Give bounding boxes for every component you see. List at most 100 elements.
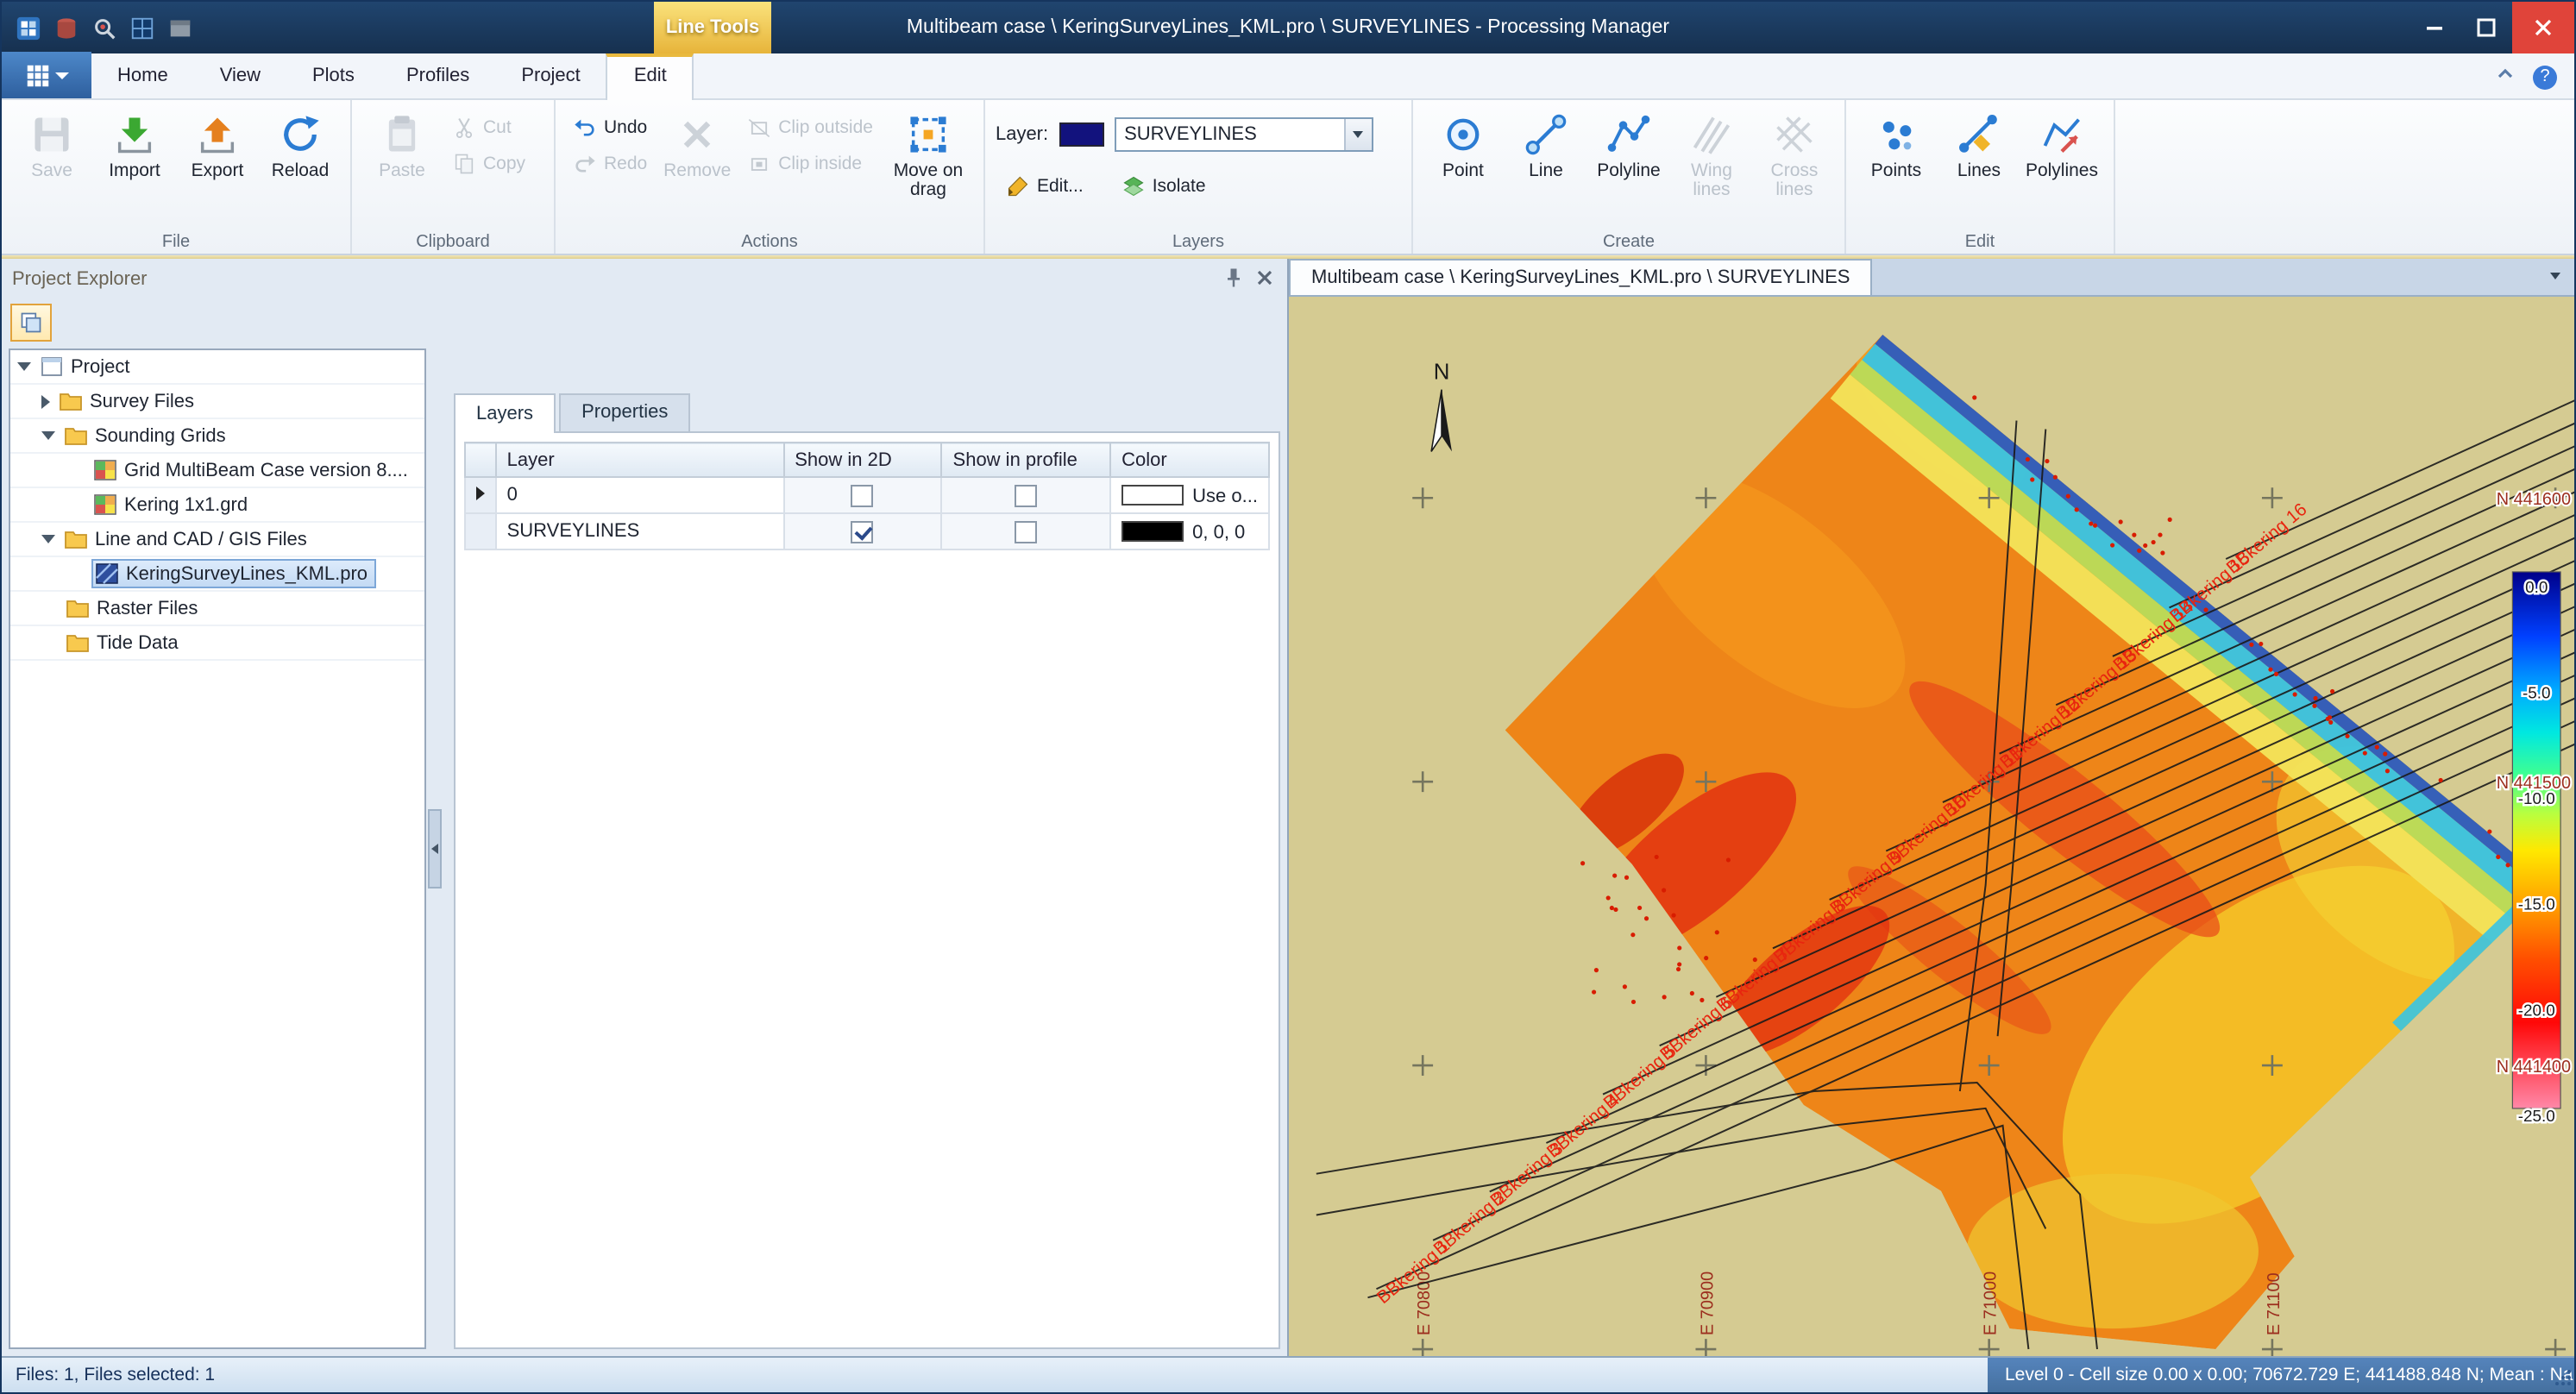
map-panel: Multibeam case \ KeringSurveyLines_KML.p… [1287, 259, 2574, 1356]
tree-item-sounding-grids[interactable]: Sounding Grids [10, 419, 424, 454]
tab-project[interactable]: Project [495, 53, 606, 98]
show2d-cell[interactable] [783, 477, 941, 513]
reload-button[interactable]: Reload [261, 109, 340, 185]
tree-item-tide-data[interactable]: Tide Data [10, 626, 424, 661]
cut-button[interactable]: Cut [445, 109, 532, 145]
app-menu-button[interactable] [2, 52, 91, 98]
wing-lines-button[interactable]: Wing lines [1672, 109, 1751, 204]
save-button[interactable]: Save [12, 109, 91, 185]
tab-profiles[interactable]: Profiles [380, 53, 495, 98]
expander-open-icon[interactable] [41, 431, 55, 440]
layer-combobox-value: SURVEYLINES [1115, 124, 1343, 145]
app-icon[interactable] [16, 15, 41, 41]
color-swatch[interactable] [1122, 484, 1184, 505]
copy-button[interactable]: Copy [445, 145, 532, 181]
explorer-view-button[interactable] [10, 304, 52, 342]
showprofile-cell[interactable] [942, 513, 1111, 549]
pin-icon[interactable] [1222, 265, 1246, 294]
expander-open-icon[interactable] [41, 535, 55, 543]
color-cell[interactable]: 0, 0, 0 [1110, 513, 1269, 549]
color-cell[interactable]: Use o... [1110, 477, 1269, 513]
table-row[interactable]: 0 Use o... [465, 477, 1269, 513]
expander-closed-icon[interactable] [41, 394, 50, 408]
edit-points-button[interactable]: Points [1857, 109, 1936, 185]
ribbon-group-file: File Save Import Export Reload [2, 100, 352, 254]
project-icon [40, 355, 64, 378]
tree-item-keringsurveylines[interactable]: KeringSurveyLines_KML.pro [10, 557, 424, 592]
show2d-cell[interactable] [783, 513, 941, 549]
isolate-button[interactable]: Isolate [1115, 167, 1213, 204]
remove-button[interactable]: Remove [657, 109, 737, 185]
undo-button[interactable]: Undo [566, 109, 654, 145]
tab-list-dropdown-icon[interactable] [2550, 273, 2560, 279]
column-header-showprofile[interactable]: Show in profile [942, 443, 1111, 477]
tree-item-line-cad-gis[interactable]: Line and CAD / GIS Files [10, 523, 424, 557]
export-button[interactable]: Export [178, 109, 257, 185]
database-icon[interactable] [53, 15, 79, 41]
redo-button[interactable]: Redo [566, 145, 654, 181]
layer-name-cell[interactable]: SURVEYLINES [496, 513, 784, 549]
checkbox[interactable] [1015, 520, 1037, 543]
context-tab-line-tools[interactable]: Line Tools [654, 2, 771, 53]
maximize-button[interactable] [2460, 2, 2512, 53]
clip-outside-button[interactable]: Clip outside [740, 109, 880, 145]
create-point-button[interactable]: Point [1423, 109, 1503, 185]
tree-item-kering-grd[interactable]: Kering 1x1.grd [10, 488, 424, 523]
combobox-dropdown-icon[interactable] [1343, 119, 1371, 150]
create-line-button[interactable]: Line [1506, 109, 1586, 185]
column-header-show2d[interactable]: Show in 2D [783, 443, 941, 477]
colorbar: 0.0-5.0-10.0-15.0-20.0-25.0 [2512, 572, 2560, 1126]
clip-inside-button[interactable]: Clip inside [740, 145, 880, 181]
checkbox[interactable] [1015, 484, 1037, 506]
line-icon [1524, 112, 1568, 157]
layer-label: Layer: [996, 124, 1048, 145]
tab-home[interactable]: Home [91, 53, 194, 98]
svg-text:0.0: 0.0 [2525, 579, 2548, 597]
search-icon[interactable] [91, 15, 117, 41]
map-canvas[interactable]: E 70800E 70900E 71000E 71100BBkering 1BB… [1289, 297, 2574, 1356]
tab-view[interactable]: View [194, 53, 286, 98]
tree-item-project[interactable]: Project [10, 350, 424, 385]
tab-plots[interactable]: Plots [286, 53, 380, 98]
map-document-tab[interactable]: Multibeam case \ KeringSurveyLines_KML.p… [1289, 259, 1872, 295]
help-icon[interactable]: ? [2533, 65, 2557, 89]
column-header-color[interactable]: Color [1110, 443, 1269, 477]
panel-splitter[interactable] [426, 348, 443, 1349]
tab-properties[interactable]: Properties [559, 393, 690, 431]
svg-text:-15.0: -15.0 [2518, 896, 2555, 914]
tree-item-grid-multibeam[interactable]: Grid MultiBeam Case version 8.... [10, 454, 424, 488]
paste-button[interactable]: Paste [362, 109, 442, 185]
cross-lines-button[interactable]: Cross lines [1755, 109, 1834, 204]
checkbox[interactable] [851, 484, 874, 506]
folder-icon [64, 528, 88, 550]
resize-grip[interactable] [2555, 1368, 2573, 1391]
grid-tool-icon[interactable] [129, 15, 155, 41]
edit-polylines-button[interactable]: Polylines [2022, 109, 2102, 185]
minimize-button[interactable] [2409, 2, 2460, 53]
showprofile-cell[interactable] [942, 477, 1111, 513]
tree-item-raster-files[interactable]: Raster Files [10, 592, 424, 626]
window-tool-icon[interactable] [167, 15, 193, 41]
color-swatch[interactable] [1122, 520, 1184, 541]
close-panel-icon[interactable] [1253, 265, 1277, 294]
tab-edit[interactable]: Edit [606, 53, 694, 100]
import-button[interactable]: Import [95, 109, 174, 185]
close-button[interactable] [2512, 2, 2574, 53]
expander-open-icon[interactable] [17, 362, 31, 371]
layer-combobox[interactable]: SURVEYLINES [1114, 117, 1373, 152]
create-polyline-button[interactable]: Polyline [1589, 109, 1668, 185]
edit-lines-button[interactable]: Lines [1939, 109, 2019, 185]
column-header-layer[interactable]: Layer [496, 443, 784, 477]
layer-color-swatch[interactable] [1059, 122, 1103, 147]
tree-item-survey-files[interactable]: Survey Files [10, 385, 424, 419]
folder-icon [66, 597, 90, 619]
collapse-ribbon-icon[interactable] [2495, 64, 2516, 90]
edit-layer-button[interactable]: Edit... [999, 167, 1090, 204]
move-on-drag-button[interactable]: Move on drag [883, 109, 973, 204]
layer-name-cell[interactable]: 0 [496, 477, 784, 513]
splitter-collapse-button[interactable] [428, 809, 442, 889]
tab-layers[interactable]: Layers [454, 393, 556, 433]
checkbox[interactable] [851, 520, 874, 543]
table-row[interactable]: SURVEYLINES 0, 0, 0 [465, 513, 1269, 549]
ribbon-right-controls: ? [2495, 64, 2557, 90]
